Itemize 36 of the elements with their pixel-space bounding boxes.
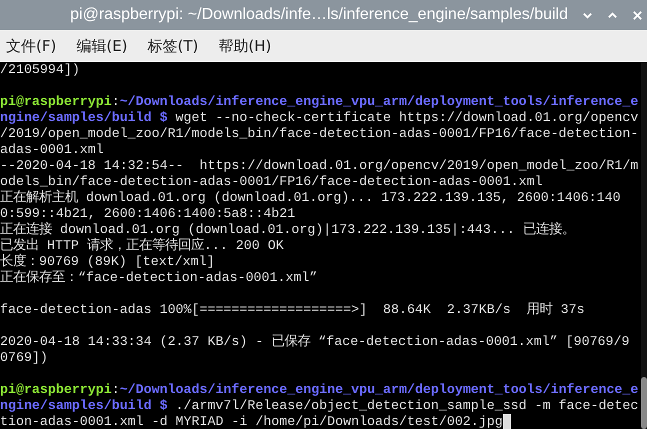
menu-item[interactable]: 编辑(E) [76, 36, 128, 56]
maximize-icon[interactable] [607, 10, 618, 20]
output-line: 2020-04-18 14:33:34 (2.37 KB/s) - 已保存 “face-detection-adas-0001.xml” [90769/9 [0, 334, 630, 350]
scrollbar[interactable] [641, 62, 647, 429]
prompt-path: ~/Downloads/inference_engine_vpu_arm/deployment_tools/inference_e [120, 94, 638, 110]
command-text: wget --no-check-certificate https://download.01.org/opencv [176, 110, 638, 126]
prompt-path: ~/Downloads/inference_engine_vpu_arm/deployment_tools/inference_e [120, 382, 638, 398]
prompt-colon: : [112, 94, 120, 110]
output-line: tion-adas-0001.xml -d MYRIAD -i /home/pi/Downloads/test/002.jpg [0, 414, 503, 429]
output-line: 0769]) [0, 350, 48, 366]
prompt-user: pi@raspberrypi [0, 382, 112, 398]
menu-item[interactable]: 帮助(H) [218, 36, 272, 56]
prompt-colon: : [112, 382, 120, 398]
command-text: ./armv7l/Release/object_detection_sample_ssd -m face-detec [176, 398, 638, 414]
prompt-symbol: $ [160, 110, 168, 126]
prompt-user: pi@raspberrypi [0, 94, 112, 110]
output-line: odels_bin/face-detection-adas-0001/FP16/face-detection-adas-0001.xml [0, 174, 543, 190]
output-line: /2105994]) [0, 62, 80, 78]
output-line: face-detection-adas 100%[===================>] 88.64K 2.37KB/s 用时 37s [0, 302, 585, 318]
prompt-symbol: $ [160, 398, 168, 414]
output-line: 正在保存至：“face-detection-adas-0001.xml” [0, 270, 318, 286]
close-icon[interactable] [632, 10, 643, 20]
scrollbar-thumb[interactable] [641, 377, 647, 429]
output-line: 正在解析主机 download.01.org (download.01.org)... 173.222.139.135, 2600:1406:140 [0, 190, 621, 206]
output-line: 长度：90769 (89K) [text/xml] [0, 254, 215, 270]
prompt-path: ngine/samples/build [0, 110, 152, 126]
window-title: pi@raspberrypi: ~/Downloads/infe…ls/inference_engine/samples/build [70, 6, 568, 24]
prompt-path: ngine/samples/build [0, 398, 152, 414]
output-line: 正在连接 download.01.org (download.01.org)|173.222.139.135|:443... 已连接。 [0, 222, 575, 238]
output-line: adas-0001.xml [0, 142, 104, 158]
output-line: 0:599::4b21, 2600:1406:1400:5a8::4b21 [0, 206, 296, 222]
menu-item[interactable]: 文件(F) [6, 36, 56, 56]
output-line: --2020-04-18 14:32:54-- https://download.01.org/opencv/2019/open_model_zoo/R1/m [0, 158, 638, 174]
output-line: 已发出 HTTP 请求，正在等待回应... 200 OK [0, 238, 284, 254]
output-line: /2019/open_model_zoo/R1/models_bin/face-detection-adas-0001/FP16/face-detection- [0, 126, 638, 142]
menu-item[interactable]: 标签(T) [148, 36, 198, 56]
